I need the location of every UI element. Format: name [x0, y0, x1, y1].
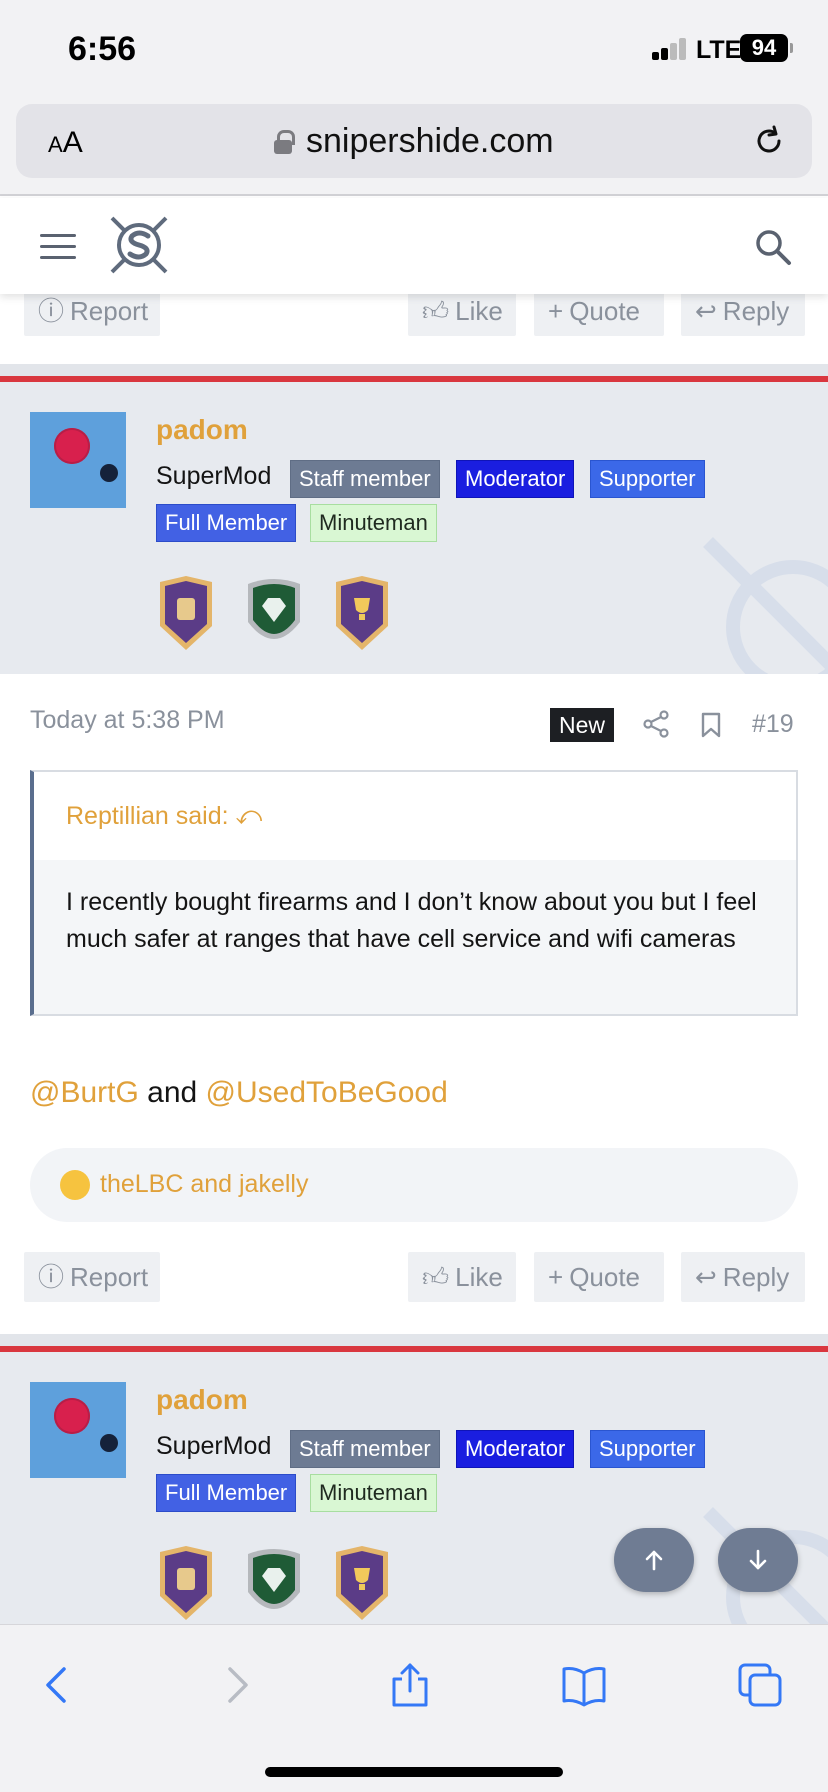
- like-button[interactable]: 👍︎ Like: [408, 1252, 516, 1302]
- quote-block: Reptillian said: ⤺ I recently bought fir…: [30, 770, 798, 1016]
- reload-icon[interactable]: [752, 124, 786, 158]
- post-number[interactable]: #19: [752, 710, 794, 739]
- username[interactable]: padom: [156, 1384, 248, 1416]
- post-actions: ⓘ Report 👍︎ Like + Quote ↩ Reply: [0, 1252, 828, 1304]
- url-text[interactable]: snipershide.com: [306, 122, 554, 161]
- user-title: SuperMod: [156, 462, 272, 490]
- banner-minuteman: Minuteman: [310, 1474, 437, 1512]
- vest-trophy-icon[interactable]: [156, 576, 216, 652]
- thumbs-up-icon: 👍︎: [422, 1262, 450, 1292]
- text-size-button[interactable]: AA: [48, 126, 83, 160]
- post-user-block: padom SuperMod Staff member Moderator Su…: [0, 382, 828, 674]
- mention-link[interactable]: @BurtG: [30, 1076, 139, 1109]
- banner-moderator: Moderator: [456, 1430, 575, 1468]
- post-timestamp[interactable]: Today at 5:38 PM: [30, 706, 225, 735]
- quote-button[interactable]: + Quote: [534, 1252, 664, 1302]
- battery-icon: 94: [740, 34, 793, 62]
- scroll-down-button[interactable]: [718, 1528, 798, 1592]
- banner-supporter: Supporter: [590, 460, 705, 498]
- banner-staff: Staff member: [290, 460, 440, 498]
- post-body-text: and: [138, 1076, 206, 1109]
- clock: 6:56: [68, 30, 137, 68]
- username[interactable]: padom: [156, 414, 248, 446]
- vest-trophy-icon[interactable]: [156, 1546, 216, 1622]
- banner-minuteman: Minuteman: [310, 504, 437, 542]
- plus-icon: +: [548, 1262, 564, 1292]
- next-post-user-block: padom SuperMod Staff member Moderator Su…: [0, 1352, 828, 1624]
- mention-link[interactable]: @UsedToBeGood: [206, 1076, 448, 1109]
- share-icon[interactable]: [386, 1661, 434, 1709]
- post-separator: [0, 364, 828, 376]
- reply-button[interactable]: ↩ Reply: [681, 1252, 805, 1302]
- alert-icon: ⓘ: [38, 1262, 65, 1292]
- diamond-trophy-icon[interactable]: [244, 1546, 304, 1622]
- cup-trophy-icon[interactable]: [332, 576, 392, 652]
- menu-icon[interactable]: [40, 234, 76, 260]
- banner-full-member: Full Member: [156, 504, 297, 542]
- laughing-emoji-icon: [60, 1170, 90, 1200]
- search-icon[interactable]: [754, 228, 792, 266]
- post-body: @BurtG and @UsedToBeGood: [30, 1076, 448, 1110]
- banner-full-member: Full Member: [156, 1474, 297, 1512]
- site-logo[interactable]: [106, 212, 172, 278]
- user-title: SuperMod: [156, 1432, 272, 1460]
- arrow-down-icon: [749, 1549, 767, 1570]
- reply-icon: ↩: [695, 1262, 717, 1292]
- browser-toolbar: [0, 1624, 828, 1792]
- reactions-bar[interactable]: theLBC and jakelly: [30, 1148, 798, 1222]
- site-header: [0, 198, 828, 294]
- status-bar: 6:56 LTE 94: [0, 0, 828, 100]
- banner-supporter: Supporter: [590, 1430, 705, 1468]
- quote-text: I recently bought firearms and I don’t k…: [66, 888, 757, 953]
- cup-trophy-icon[interactable]: [332, 1546, 392, 1622]
- reactions-text[interactable]: theLBC and jakelly: [100, 1170, 308, 1199]
- jump-to-quote-icon[interactable]: ⤺: [236, 802, 263, 830]
- bookmarks-icon[interactable]: [560, 1661, 608, 1709]
- signal-icon: [652, 38, 688, 60]
- network-label: LTE: [696, 36, 742, 64]
- report-button[interactable]: ⓘ Report: [24, 1252, 160, 1302]
- site-watermark: [703, 537, 828, 674]
- tabs-icon[interactable]: [736, 1661, 784, 1709]
- avatar[interactable]: [30, 1382, 126, 1478]
- forward-icon[interactable]: [212, 1661, 260, 1709]
- quote-author-link[interactable]: Reptillian said: ⤺: [66, 802, 262, 831]
- back-icon[interactable]: [34, 1661, 82, 1709]
- scroll-up-button[interactable]: [614, 1528, 694, 1592]
- new-badge: New: [550, 708, 614, 742]
- avatar[interactable]: [30, 412, 126, 508]
- post-separator: [0, 1334, 828, 1346]
- home-indicator: [265, 1767, 563, 1777]
- share-icon[interactable]: [642, 710, 670, 738]
- quote-header: Reptillian said: ⤺: [34, 772, 796, 860]
- banner-moderator: Moderator: [456, 460, 575, 498]
- lock-icon: [274, 130, 295, 154]
- browser-address-area: AA snipershide.com: [0, 100, 828, 196]
- arrow-up-icon: [645, 1550, 663, 1571]
- bookmark-icon[interactable]: [700, 712, 722, 738]
- address-bar[interactable]: AA snipershide.com: [16, 104, 812, 178]
- diamond-trophy-icon[interactable]: [244, 576, 304, 652]
- banner-staff: Staff member: [290, 1430, 440, 1468]
